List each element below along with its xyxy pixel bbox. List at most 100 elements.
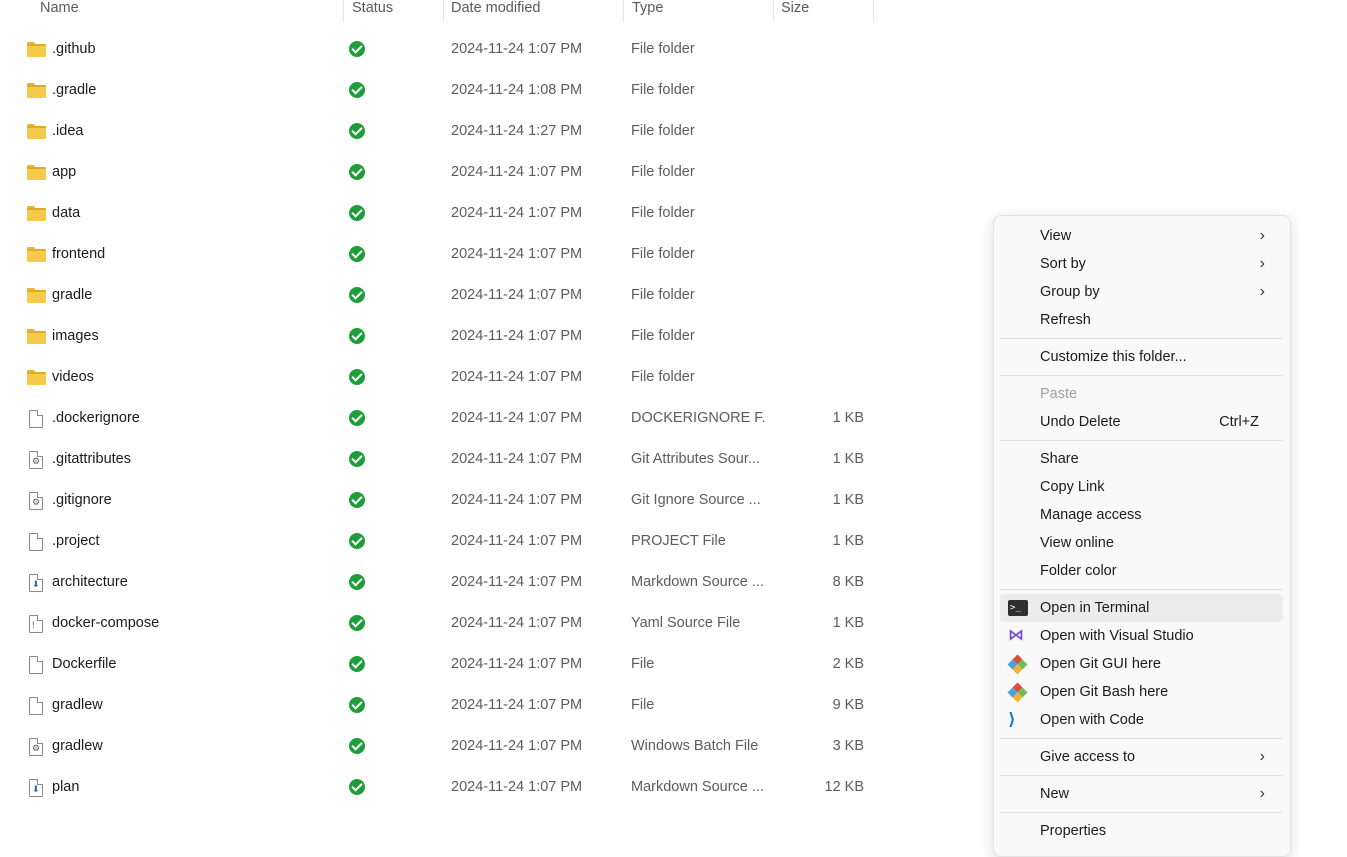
menu-item-label: Properties: [1040, 823, 1107, 839]
menu-item-label: Undo Delete: [1040, 414, 1121, 430]
menu-item-open-with-code[interactable]: ⟩ Open with Code: [1000, 706, 1283, 734]
settings-file-icon: ⚙: [27, 451, 47, 469]
menu-item-label: Manage access: [1040, 507, 1142, 523]
menu-item-label: Open Git GUI here: [1040, 656, 1161, 672]
menu-item-label: Open Git Bash here: [1040, 684, 1169, 700]
file-type: File folder: [631, 41, 695, 57]
file-row[interactable]: gradlew 2024-11-24 1:07 PM File 9 KB: [0, 685, 880, 726]
menu-item-undo-delete[interactable]: Undo Delete Ctrl+Z: [1000, 408, 1283, 436]
file-date-modified: 2024-11-24 1:07 PM: [451, 287, 583, 303]
column-divider[interactable]: [623, 0, 624, 22]
menu-item-label: Folder color: [1040, 563, 1117, 579]
menu-item-label: Open with Code: [1040, 712, 1144, 728]
menu-item-manage-access[interactable]: Manage access: [1000, 501, 1283, 529]
file-row[interactable]: ⬇ architecture 2024-11-24 1:07 PM Markdown …: [0, 562, 880, 603]
file-row[interactable]: ⚙ .gitattributes 2024-11-24 1:07 PM Git Att…: [0, 439, 880, 480]
chevron-right-icon: ›: [1259, 748, 1265, 765]
file-size: [780, 193, 864, 234]
sync-status-check-icon: [349, 492, 365, 508]
menu-item-properties[interactable]: Properties: [1000, 817, 1283, 845]
menu-item-open-terminal[interactable]: >_ Open in Terminal: [1000, 594, 1283, 622]
menu-item-copy-link[interactable]: Copy Link: [1000, 473, 1283, 501]
file-date-modified: 2024-11-24 1:07 PM: [451, 328, 583, 344]
file-type: File folder: [631, 164, 695, 180]
terminal-icon: >_: [1008, 600, 1028, 616]
folder-icon: [27, 41, 47, 59]
file-type: PROJECT File: [631, 533, 726, 549]
menu-item-label: New: [1040, 786, 1070, 802]
menu-item-share[interactable]: Share: [1000, 445, 1283, 473]
file-date-modified: 2024-11-24 1:07 PM: [451, 246, 583, 262]
file-row[interactable]: .dockerignore 2024-11-24 1:07 PM DOCKERIGN…: [0, 398, 880, 439]
file-name: .gitignore: [52, 492, 112, 508]
file-size: 9 KB: [832, 697, 864, 713]
menu-item-open-git-bash[interactable]: Open Git Bash here: [1000, 678, 1283, 706]
sync-status-check-icon: [349, 369, 365, 385]
menu-item-label: View: [1040, 228, 1072, 244]
folder-icon: [27, 205, 47, 223]
file-name: Dockerfile: [52, 656, 117, 672]
file-row[interactable]: Dockerfile 2024-11-24 1:07 PM File 2 KB: [0, 644, 880, 685]
file-date-modified: 2024-11-24 1:07 PM: [451, 574, 583, 590]
file-size: [780, 275, 864, 316]
sync-status-check-icon: [349, 41, 365, 57]
menu-item-view[interactable]: View ›: [1000, 222, 1283, 250]
menu-item-open-visual-studio[interactable]: ⋈ Open with Visual Studio: [1000, 622, 1283, 650]
column-type-header[interactable]: Type: [625, 0, 773, 22]
file-icon: [27, 410, 47, 428]
menu-item-give-access[interactable]: Give access to ›: [1000, 743, 1283, 771]
file-row[interactable]: ! docker-compose 2024-11-24 1:07 PM Yaml So…: [0, 603, 880, 644]
menu-item-label: Sort by: [1040, 256, 1086, 272]
column-name-header[interactable]: Name: [33, 0, 343, 22]
menu-item-label: Share: [1040, 451, 1079, 467]
sync-status-check-icon: [349, 328, 365, 344]
file-row[interactable]: ⚙ .gitignore 2024-11-24 1:07 PM Git Ignore …: [0, 480, 880, 521]
file-row[interactable]: videos 2024-11-24 1:07 PM File folder: [0, 357, 880, 398]
file-size: 8 KB: [832, 574, 864, 590]
file-name: videos: [52, 369, 94, 385]
file-row[interactable]: ⬇ plan 2024-11-24 1:07 PM Markdown Source .…: [0, 767, 880, 808]
file-type: File folder: [631, 369, 695, 385]
file-row[interactable]: data 2024-11-24 1:07 PM File folder: [0, 193, 880, 234]
menu-item-view-online[interactable]: View online: [1000, 529, 1283, 557]
menu-item-label: View online: [1040, 535, 1114, 551]
sync-status-check-icon: [349, 123, 365, 139]
menu-item-label: Group by: [1040, 284, 1100, 300]
menu-item-customize-folder[interactable]: Customize this folder...: [1000, 343, 1283, 371]
column-date-header[interactable]: Date modified: [444, 0, 623, 22]
file-row[interactable]: app 2024-11-24 1:07 PM File folder: [0, 152, 880, 193]
file-icon: [27, 533, 47, 551]
file-date-modified: 2024-11-24 1:07 PM: [451, 697, 583, 713]
file-size: 2 KB: [832, 656, 864, 672]
menu-separator: [1000, 440, 1283, 441]
column-divider[interactable]: [343, 0, 344, 22]
folder-icon: [27, 164, 47, 182]
menu-separator: [1000, 375, 1283, 376]
menu-item-sort-by[interactable]: Sort by ›: [1000, 250, 1283, 278]
file-row[interactable]: ⚙ gradlew 2024-11-24 1:07 PM Windows Batch …: [0, 726, 880, 767]
file-row[interactable]: images 2024-11-24 1:07 PM File folder: [0, 316, 880, 357]
menu-item-label: Customize this folder...: [1040, 349, 1187, 365]
file-size: [780, 357, 864, 398]
menu-item-new[interactable]: New ›: [1000, 780, 1283, 808]
file-type: File folder: [631, 287, 695, 303]
menu-item-group-by[interactable]: Group by ›: [1000, 278, 1283, 306]
column-status-header[interactable]: Status: [345, 0, 443, 22]
file-row[interactable]: .project 2024-11-24 1:07 PM PROJECT File 1 …: [0, 521, 880, 562]
file-row[interactable]: .gradle 2024-11-24 1:08 PM File folder: [0, 70, 880, 111]
sync-status-check-icon: [349, 615, 365, 631]
menu-item-refresh[interactable]: Refresh: [1000, 306, 1283, 334]
menu-item-folder-color[interactable]: Folder color: [1000, 557, 1283, 585]
file-row[interactable]: .idea 2024-11-24 1:27 PM File folder: [0, 111, 880, 152]
column-divider[interactable]: [873, 0, 874, 22]
file-type: File folder: [631, 82, 695, 98]
column-size-header[interactable]: Size: [774, 0, 873, 22]
file-row[interactable]: frontend 2024-11-24 1:07 PM File folder: [0, 234, 880, 275]
file-row[interactable]: gradle 2024-11-24 1:07 PM File folder: [0, 275, 880, 316]
file-row[interactable]: .github 2024-11-24 1:07 PM File folder: [0, 29, 880, 70]
file-name: .dockerignore: [52, 410, 140, 426]
file-date-modified: 2024-11-24 1:07 PM: [451, 369, 583, 385]
menu-item-open-git-gui[interactable]: Open Git GUI here: [1000, 650, 1283, 678]
menu-separator: [1000, 812, 1283, 813]
file-type: File folder: [631, 246, 695, 262]
